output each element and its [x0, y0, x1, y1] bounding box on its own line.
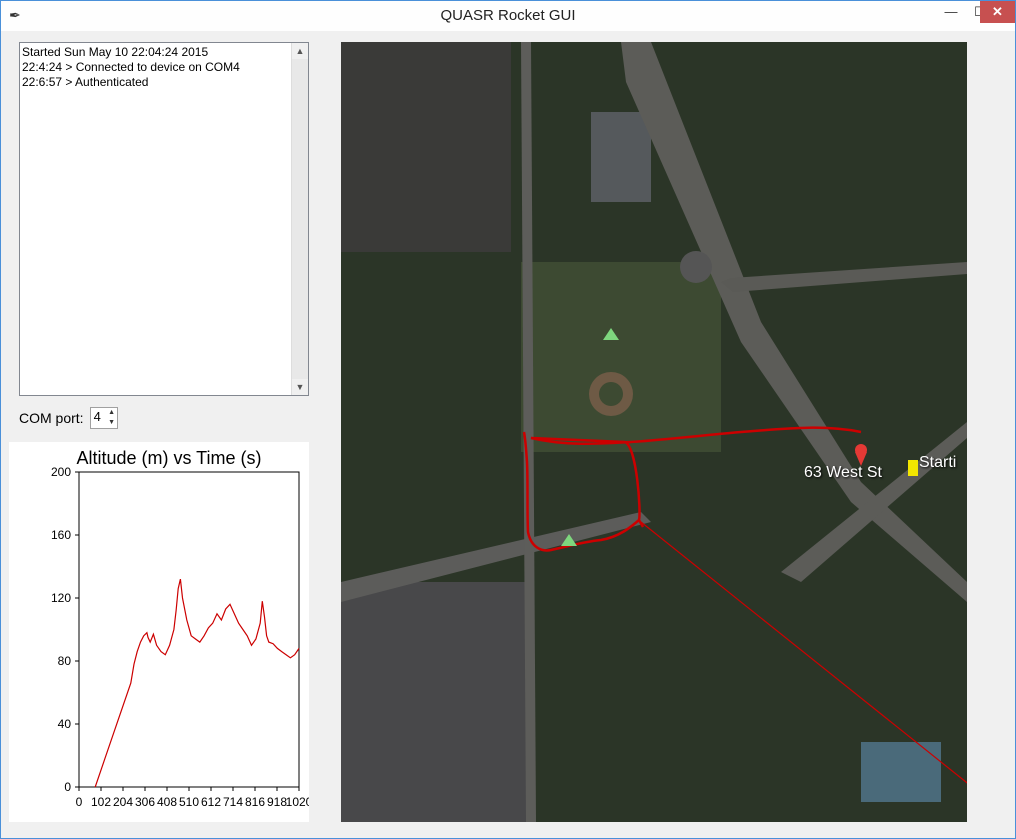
y-tick-label: 120 [51, 591, 71, 605]
x-tick-label: 306 [135, 795, 155, 809]
chart-title: Altitude (m) vs Time (s) [76, 448, 261, 468]
log-line: 22:6:57 > Authenticated [22, 75, 149, 89]
altitude-line [94, 578, 300, 788]
log-line: Started Sun May 10 22:04:24 2015 [22, 45, 209, 59]
map-address-label: 63 West St [804, 464, 882, 481]
com-port-spinbox[interactable]: 4 ▲ ▼ [89, 407, 118, 429]
x-tick-label: 714 [223, 795, 243, 809]
x-tick-label: 612 [201, 795, 221, 809]
x-tick-label: 510 [179, 795, 199, 809]
x-tick-label: 102 [91, 795, 111, 809]
x-tick-label: 816 [245, 795, 265, 809]
com-port-row: COM port: 4 ▲ ▼ [19, 406, 118, 430]
map-start-label: Starti [919, 454, 957, 471]
x-tick-label: 204 [113, 795, 133, 809]
minimize-button[interactable]: — [937, 1, 965, 23]
log-scrollbar[interactable]: ▲ ▼ [291, 43, 308, 395]
x-tick-label: 408 [157, 795, 177, 809]
y-tick-label: 80 [58, 654, 72, 668]
log-text: Started Sun May 10 22:04:24 2015 22:4:24… [22, 45, 290, 90]
com-port-label: COM port: [19, 410, 84, 426]
window-title: QUASR Rocket GUI [440, 7, 576, 24]
map-view[interactable]: 63 West St Starti [341, 42, 967, 822]
log-textbox[interactable]: Started Sun May 10 22:04:24 2015 22:4:24… [19, 42, 309, 396]
app-window: ✒ QUASR Rocket GUI — ☐ ✕ Started Sun May… [0, 0, 1016, 839]
com-port-value: 4 [93, 409, 101, 424]
y-tick-label: 40 [58, 717, 72, 731]
scroll-up-icon[interactable]: ▲ [292, 43, 308, 59]
y-tick-label: 0 [64, 780, 71, 794]
x-tick-label: 0 [76, 795, 83, 809]
title-bar[interactable]: ✒ QUASR Rocket GUI — ☐ ✕ [1, 1, 1015, 31]
y-tick-label: 160 [51, 528, 71, 542]
spin-arrows-icon[interactable]: ▲ ▼ [107, 408, 117, 428]
chart-svg: Altitude (m) vs Time (s)040801201602000 1… [51, 448, 309, 809]
map-imagery [341, 42, 967, 822]
y-tick-label: 200 [51, 465, 71, 479]
x-tick-label: 918 [267, 795, 287, 809]
client-area: Started Sun May 10 22:04:24 2015 22:4:24… [9, 32, 1007, 830]
altitude-chart: Altitude (m) vs Time (s) 0 40 80 120 160 200 0 1… [9, 442, 309, 822]
log-line: 22:4:24 > Connected to device on COM4 [22, 60, 240, 74]
x-tick-label: 1020 [286, 795, 309, 809]
scroll-down-icon[interactable]: ▼ [292, 379, 308, 395]
close-button[interactable]: ✕ [980, 1, 1015, 23]
